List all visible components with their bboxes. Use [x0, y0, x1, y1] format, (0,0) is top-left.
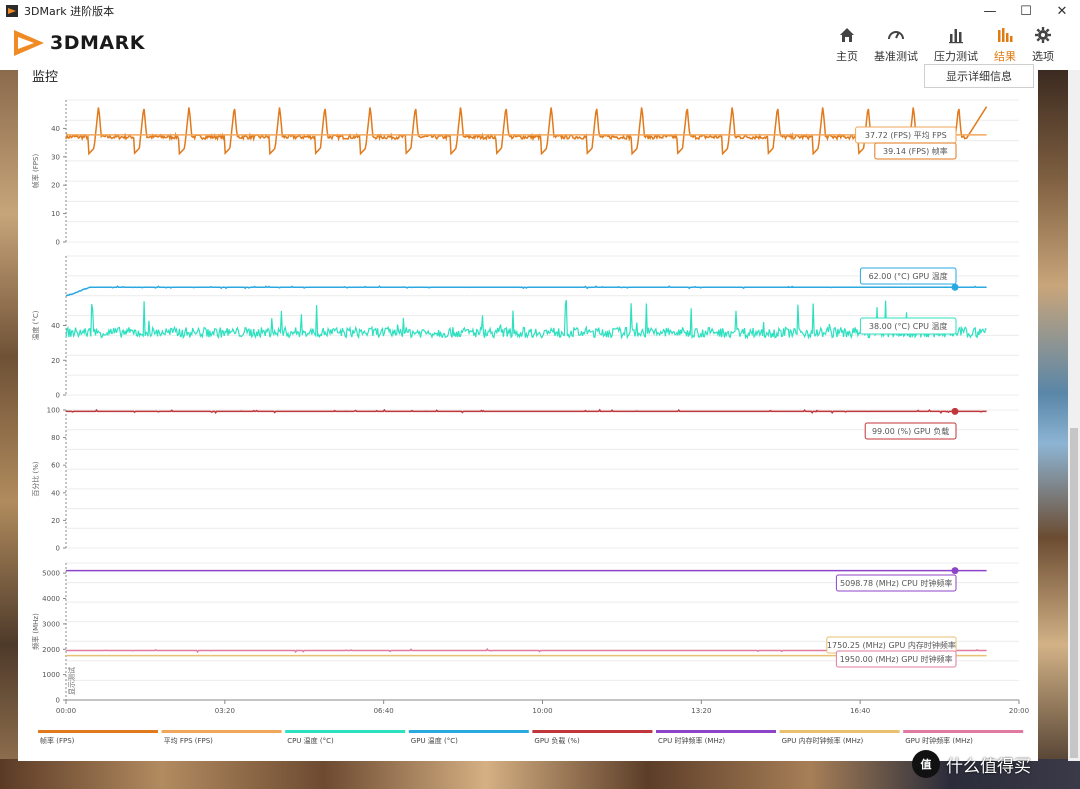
value-callout-text: 1750.25 (MHz) GPU 内存时钟频率	[827, 640, 956, 650]
y-tick-label: 40	[51, 489, 60, 497]
legend-label: 平均 FPS (FPS)	[164, 736, 214, 745]
value-callout-text: 99.00 (%) GPU 负载	[872, 426, 949, 436]
y-tick-label: 40	[51, 322, 60, 330]
x-tick-label: 00:00	[56, 707, 76, 715]
watermark-logo: 值	[912, 750, 940, 778]
series-line	[65, 106, 988, 156]
legend-swatch	[903, 730, 1024, 733]
legend-swatch	[38, 730, 158, 733]
x-tick-label: 20:00	[1009, 707, 1029, 715]
legend-label: CPU 温度 (°C)	[287, 736, 334, 745]
x-tick-label: 03:20	[215, 707, 235, 715]
x-tick-label: 06:40	[374, 707, 394, 715]
watermark: 值 什么值得买	[912, 750, 1031, 778]
y-axis-label: 百分比 (%)	[31, 461, 40, 497]
y-tick-label: 10	[51, 210, 60, 218]
series-end-marker	[951, 283, 959, 291]
y-tick-label: 2000	[42, 646, 60, 654]
y-tick-label: 20	[51, 182, 60, 190]
y-tick-label: 60	[51, 462, 60, 470]
y-tick-label: 80	[51, 434, 60, 442]
legend-swatch	[656, 730, 776, 733]
y-tick-label: 4000	[42, 595, 60, 603]
y-axis-label: 频率 (MHz)	[31, 613, 40, 650]
legend-swatch	[161, 730, 282, 733]
y-tick-label: 100	[47, 407, 60, 415]
legend-swatch	[532, 730, 653, 733]
legend-swatch	[408, 730, 529, 733]
y-tick-label: 20	[51, 357, 60, 365]
y-tick-label: 40	[51, 125, 60, 133]
y-tick-label: 1000	[42, 671, 60, 679]
legend-swatch	[779, 730, 900, 733]
watermark-text: 什么值得买	[946, 756, 1031, 777]
x-tick-label: 13:20	[691, 707, 711, 715]
x-tick-label: 10:00	[532, 707, 552, 715]
x-tick-label: 16:40	[850, 707, 870, 715]
legend-label: GPU 内存时钟频率 (MHz)	[782, 736, 864, 745]
series-line	[65, 285, 987, 297]
value-callout-text: 37.72 (FPS) 平均 FPS	[865, 130, 947, 140]
series-end-marker	[951, 567, 959, 575]
series-line	[65, 299, 987, 340]
test-marker-label: 显示测试	[67, 667, 76, 695]
y-tick-label: 3000	[42, 620, 60, 628]
y-tick-label: 0	[56, 239, 60, 247]
legend-label: CPU 时钟频率 (MHz)	[658, 736, 725, 745]
y-tick-label: 5000	[42, 570, 60, 578]
value-callout-text: 62.00 (°C) GPU 温度	[869, 271, 948, 281]
value-callout-text: 38.00 (°C) CPU 温度	[869, 321, 948, 331]
y-axis-label: 帧率 (FPS)	[31, 154, 40, 189]
y-tick-label: 30	[51, 153, 60, 161]
legend-label: GPU 负载 (%)	[534, 736, 580, 745]
y-tick-label: 20	[51, 517, 60, 525]
value-callout-text: 39.14 (FPS) 帧率	[883, 146, 948, 156]
y-tick-label: 0	[56, 545, 60, 553]
y-tick-label: 0	[56, 697, 60, 705]
value-callout-text: 5098.78 (MHz) CPU 时钟频率	[840, 578, 952, 588]
y-axis-label: 温度 (°C)	[31, 310, 40, 340]
legend-label: GPU 温度 (°C)	[411, 736, 458, 745]
legend-label: 帧率 (FPS)	[40, 736, 75, 745]
y-tick-label: 0	[56, 392, 60, 400]
value-callout-text: 1950.00 (MHz) GPU 时钟频率	[840, 654, 953, 664]
legend-label: GPU 时钟频率 (MHz)	[905, 736, 973, 745]
series-end-marker	[951, 407, 959, 415]
legend-swatch	[285, 730, 406, 733]
monitoring-chart: 0 10 20 30 40 帧率 (FPS) 37.72 (FPS) 平均 FPS 39.14…	[31, 99, 1029, 745]
